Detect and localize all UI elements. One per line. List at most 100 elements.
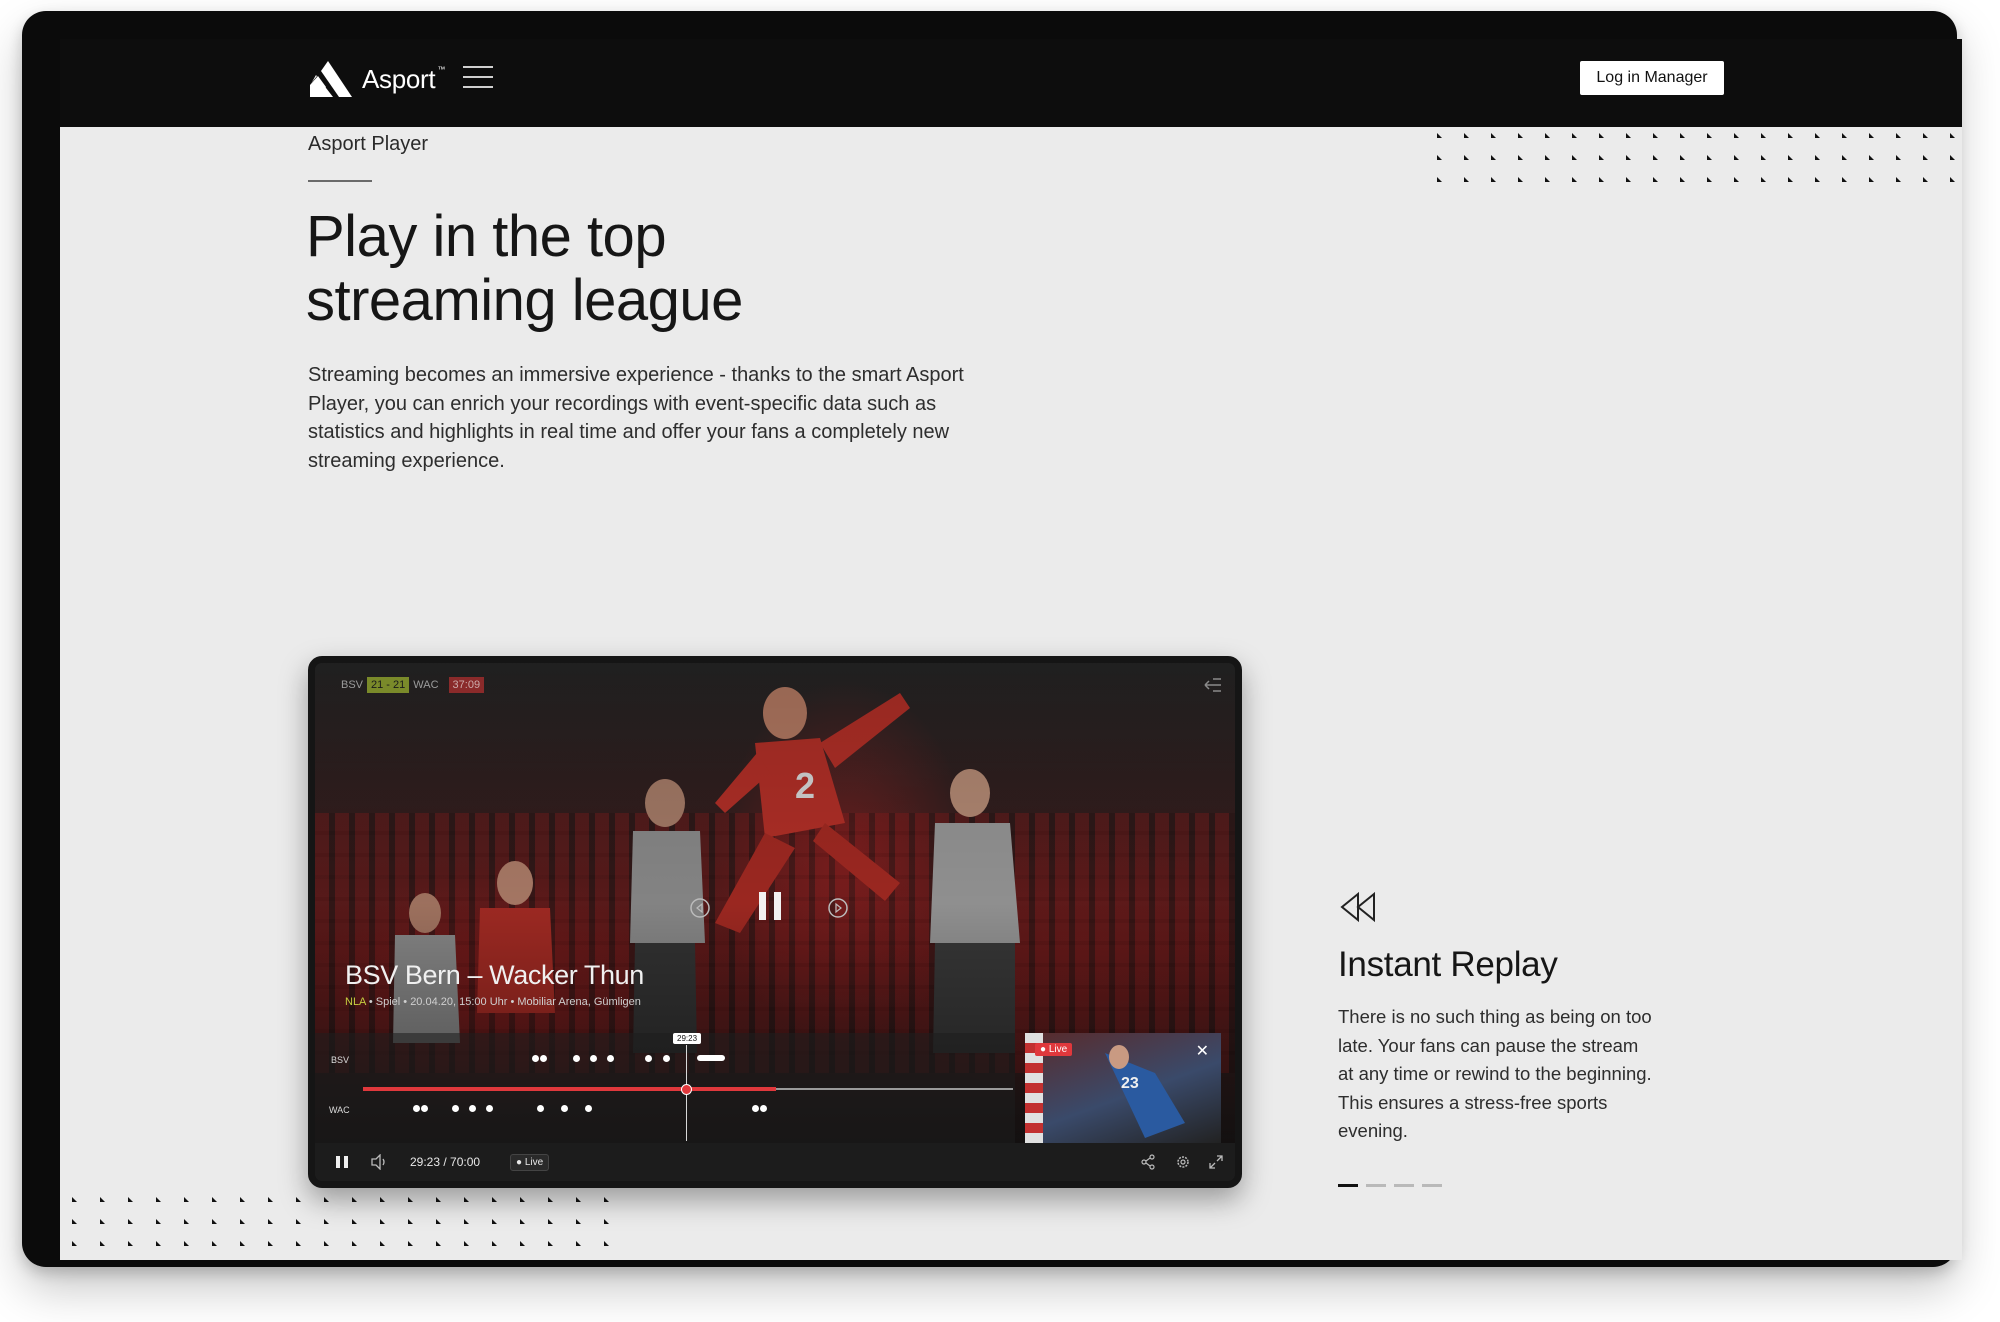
pattern-triangle [268,1241,273,1246]
pattern-triangle [1653,155,1658,160]
hero-title-line-1: Play in the top [306,204,667,269]
pattern-triangle [1518,133,1523,138]
event-marker[interactable] [561,1105,568,1112]
progress-handle[interactable] [681,1084,692,1095]
pattern-triangle [436,1219,441,1224]
event-marker[interactable] [469,1105,476,1112]
close-icon[interactable]: ✕ [1196,1041,1209,1061]
pattern-triangle [1518,155,1523,160]
expand-icon[interactable] [1208,1154,1224,1170]
pattern-triangle [1626,177,1631,182]
event-marker[interactable] [486,1105,493,1112]
event-marker[interactable] [537,1105,544,1112]
live-label: Live [524,1157,544,1168]
forward-10-icon[interactable] [827,897,849,919]
pause-icon[interactable] [755,889,785,923]
event-marker[interactable] [590,1055,597,1062]
pattern-triangle [1815,133,1820,138]
pattern-triangle [1626,133,1631,138]
event-marker[interactable] [607,1055,614,1062]
pattern-triangle [1788,177,1793,182]
event-marker[interactable] [413,1105,420,1112]
exit-icon[interactable] [1203,677,1223,693]
carousel-page-indicator[interactable] [1338,1184,1358,1187]
pattern-triangle [1896,177,1901,182]
pattern-triangle [128,1241,133,1246]
pattern-triangle [1761,177,1766,182]
hero-description: Streaming becomes an immersive experienc… [308,364,964,472]
pattern-triangle [408,1219,413,1224]
event-marker[interactable] [532,1055,539,1062]
pattern-triangle [604,1197,609,1202]
hover-time-tooltip: 29:23 [673,1033,702,1044]
pattern-triangle [1491,133,1496,138]
pattern-triangle [1734,133,1739,138]
asport-logo-icon [308,61,352,97]
pattern-triangle [1437,177,1442,182]
rewind-10-icon[interactable] [689,897,711,919]
pattern-triangle [352,1197,357,1202]
event-marker-highlight[interactable] [697,1055,725,1061]
event-marker[interactable] [540,1055,547,1062]
carousel-page-indicator[interactable] [1366,1184,1386,1187]
pattern-triangle [408,1241,413,1246]
pattern-triangle [464,1197,469,1202]
event-marker[interactable] [452,1105,459,1112]
pattern-triangle [604,1241,609,1246]
scoreboard-away-team: WAC [413,679,439,691]
pattern-triangle [1815,155,1820,160]
event-marker[interactable] [645,1055,652,1062]
share-icon[interactable] [1140,1154,1156,1170]
pattern-triangle [576,1219,581,1224]
event-timeline[interactable]: BSV WAC 29:23 [315,1033,1015,1143]
scoreboard-score: 21 - 21 [367,677,410,693]
pattern-triangle [72,1219,77,1224]
pattern-triangle [156,1219,161,1224]
pattern-triangle [128,1219,133,1224]
pattern-triangle [1761,155,1766,160]
pip-jersey-number: 23 [1121,1075,1139,1092]
pattern-triangle [1896,155,1901,160]
pattern-triangle [1815,177,1820,182]
pattern-triangle [548,1219,553,1224]
section-eyebrow: Asport Player [308,133,429,155]
pause-icon[interactable] [335,1155,349,1169]
carousel-page-indicator[interactable] [1422,1184,1442,1187]
pattern-triangle [380,1219,385,1224]
event-marker[interactable] [573,1055,580,1062]
pattern-triangle [156,1197,161,1202]
event-marker[interactable] [585,1105,592,1112]
top-navbar: Asport ™ Log in Manager [60,39,1962,127]
pattern-triangle [1923,133,1928,138]
picture-in-picture[interactable]: 23 ● Live ✕ [1025,1033,1221,1143]
event-marker[interactable] [752,1105,759,1112]
pattern-triangle [296,1197,301,1202]
hero-title-line-2: streaming league [306,268,743,333]
pattern-triangle [1869,155,1874,160]
hamburger-icon[interactable] [463,66,493,88]
event-marker[interactable] [663,1055,670,1062]
pattern-triangle [324,1241,329,1246]
bottom-left-triangle-pattern [72,1197,609,1246]
pattern-triangle [604,1219,609,1224]
brand-logo[interactable]: Asport ™ [308,59,445,99]
pattern-triangle [212,1241,217,1246]
pattern-triangle [128,1197,133,1202]
pattern-triangle [1842,133,1847,138]
pattern-triangle [1950,133,1955,138]
timeline-away-label: WAC [329,1105,350,1115]
video-frame[interactable]: 2 [315,663,1235,1143]
volume-icon[interactable] [370,1154,388,1170]
pattern-triangle [408,1197,413,1202]
gear-icon[interactable] [1175,1154,1191,1170]
login-manager-button[interactable]: Log in Manager [1580,61,1724,95]
pattern-triangle [240,1219,245,1224]
event-marker[interactable] [421,1105,428,1112]
event-marker[interactable] [760,1105,767,1112]
live-badge[interactable]: ● Live [510,1154,550,1171]
hero-title: Play in the top streaming league [306,205,1006,333]
pattern-triangle [1707,177,1712,182]
carousel-page-indicator[interactable] [1394,1184,1414,1187]
pattern-triangle [324,1197,329,1202]
pattern-triangle [436,1241,441,1246]
